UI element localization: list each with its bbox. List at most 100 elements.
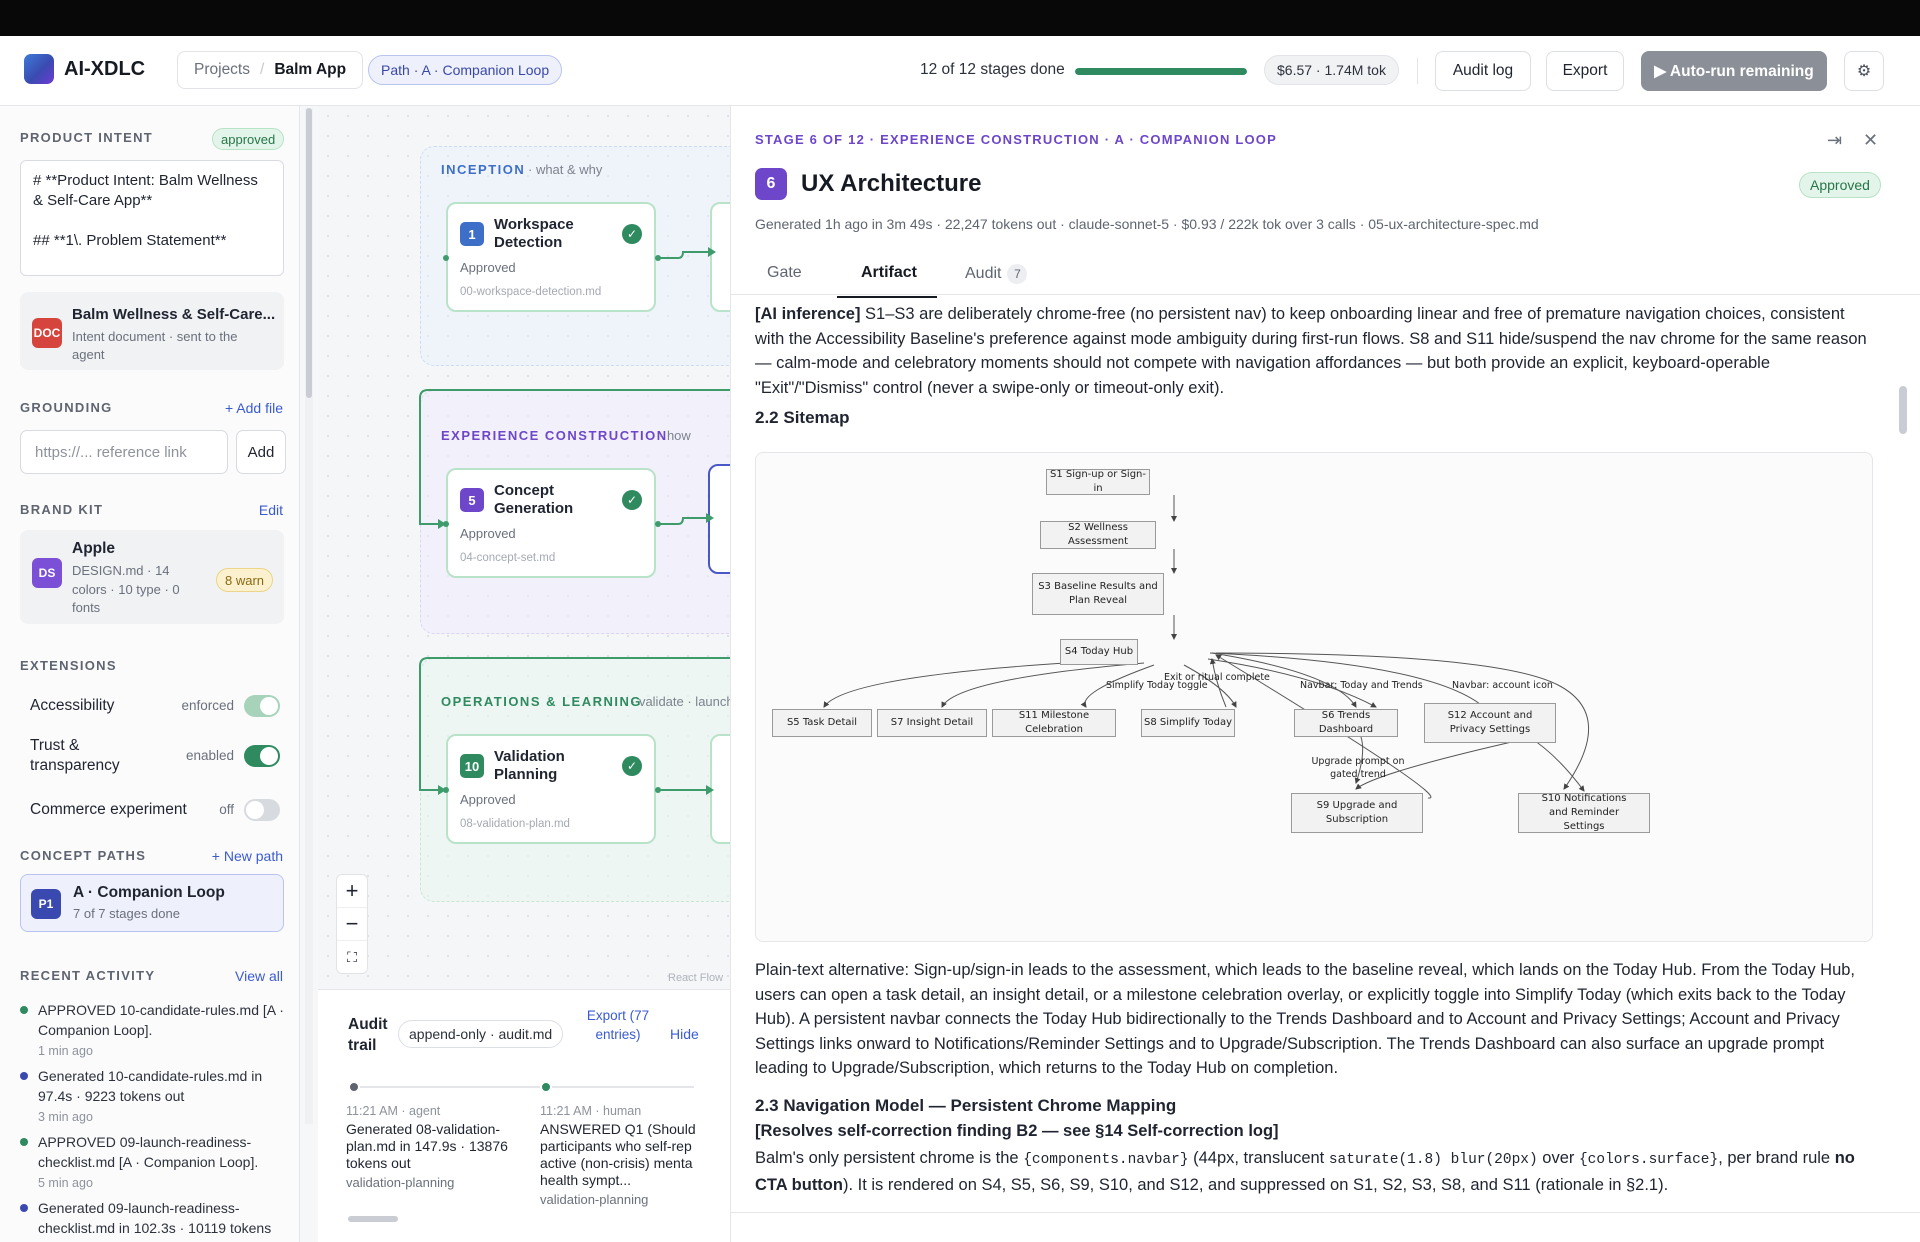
paragraph-text: , per brand rule — [1718, 1149, 1835, 1167]
zoom-in-icon[interactable]: + — [337, 875, 367, 908]
product-intent-editor[interactable] — [20, 160, 284, 276]
cost-pill: $6.57 · 1.74M tok — [1264, 55, 1399, 85]
concept-path-card[interactable]: P1 A · Companion Loop 7 of 7 stages done — [20, 874, 284, 932]
stages-progress-label: 12 of 12 stages done — [920, 61, 1065, 78]
brand-details: DESIGN.md · 14 colors · 10 type · 0 font… — [72, 563, 180, 615]
sitemap-node: S1 Sign-up or Sign-in — [1046, 469, 1150, 495]
os-top-bar — [0, 0, 1920, 36]
resolves-note: [Resolves self-correction finding B2 — s… — [755, 1122, 1279, 1140]
tab-gate[interactable]: Gate — [767, 264, 802, 282]
timeline-dot — [540, 1081, 552, 1093]
activity-text: Generated 10-candidate-rules.md in 97.4s… — [38, 1068, 263, 1104]
activity-text: APPROVED 09-launch-readiness-checklist.m… — [38, 1134, 259, 1170]
settings-gear-icon[interactable]: ⚙ — [1844, 51, 1884, 91]
audit-scrollbar[interactable] — [348, 1216, 398, 1222]
activity-item[interactable]: Generated 09-launch-readiness-checklist.… — [20, 1198, 290, 1242]
stage-tabs: Gate Artifact Audit 7 — [755, 252, 1905, 300]
react-flow-attribution: React Flow — [668, 972, 724, 984]
heading-navigation-model: 2.3 Navigation Model — Persistent Chrome… — [755, 1096, 1177, 1115]
tab-artifact[interactable]: Artifact — [861, 264, 917, 282]
tab-audit-count: 7 — [1007, 264, 1028, 284]
tab-audit[interactable]: Audit 7 — [965, 264, 1028, 284]
document-icon: DOC — [32, 318, 62, 348]
paragraph-text: (44px, translucent — [1188, 1149, 1329, 1167]
code-navbar: {components.navbar} — [1023, 1152, 1189, 1168]
close-icon[interactable]: ✕ — [1863, 130, 1878, 151]
edge — [658, 251, 708, 259]
path-name: A · Companion Loop — [73, 884, 225, 901]
extension-status: enforced — [181, 698, 234, 713]
extension-label: Trust & transparency — [30, 737, 120, 774]
activity-item[interactable]: APPROVED 10-candidate-rules.md [A · Comp… — [20, 1000, 290, 1064]
activity-item[interactable]: APPROVED 09-launch-readiness-checklist.m… — [20, 1132, 290, 1196]
commerce-toggle[interactable] — [244, 799, 280, 821]
sitemap-node: S8 Simplify Today — [1141, 709, 1235, 737]
sitemap-plain-text-alternative: Plain-text alternative: Sign-up/sign-in … — [755, 961, 1856, 1077]
audit-entry[interactable]: 11:21 AM · agent Generated 08-validation… — [346, 1104, 524, 1190]
extension-status: enabled — [185, 748, 234, 763]
intent-document-card[interactable]: DOC Balm Wellness & Self-Care... Intent … — [20, 292, 284, 370]
stage-status-badge: Approved — [1799, 172, 1881, 198]
new-path-link[interactable]: + New path — [212, 848, 283, 864]
timeline-dot — [348, 1081, 360, 1093]
trust-toggle[interactable] — [244, 745, 280, 767]
extension-accessibility: Accessibility enforced — [30, 688, 288, 724]
edge — [658, 517, 706, 525]
path-pill[interactable]: Path · A · Companion Loop — [368, 55, 563, 85]
fit-view-icon[interactable]: ⛶ — [337, 941, 367, 973]
edge-return — [419, 657, 730, 791]
header-divider — [1417, 58, 1418, 84]
audit-entry-tag: validation-planning — [346, 1175, 455, 1190]
breadcrumb-current[interactable]: Balm App — [274, 61, 346, 79]
audit-log-button[interactable]: Audit log — [1435, 51, 1531, 91]
activity-item[interactable]: Generated 10-candidate-rules.md in 97.4s… — [20, 1066, 290, 1130]
activity-text: APPROVED 10-candidate-rules.md [A · Comp… — [38, 1002, 284, 1038]
content-scrollbar[interactable] — [1899, 386, 1907, 434]
stage-title: UX Architecture — [801, 170, 982, 197]
app-header: AI-XDLC Projects / Balm App Path · A · C… — [0, 36, 1920, 106]
flow-canvas[interactable]: INCEPTION · what & why 1 Workspace Detec… — [318, 106, 730, 989]
sitemap-node: S9 Upgrade and Subscription — [1291, 793, 1423, 833]
stage-overline: STAGE 6 OF 12 · EXPERIENCE CONSTRUCTION … — [755, 132, 1277, 147]
grounding-title: GROUNDING — [20, 400, 113, 415]
export-button[interactable]: Export — [1546, 51, 1624, 91]
sitemap-edges — [823, 495, 1589, 799]
doc-subtitle: Intent document · sent to the agent — [72, 329, 238, 362]
view-all-link[interactable]: View all — [235, 968, 283, 984]
accessibility-toggle[interactable] — [244, 695, 280, 717]
ai-inference-label: [AI inference] — [755, 305, 861, 323]
auto-run-button[interactable]: ▶ Auto-run remaining — [1641, 51, 1827, 91]
audit-export-link[interactable]: Export (77 entries) — [583, 1006, 653, 1044]
extension-label: Accessibility — [30, 697, 115, 714]
stages-progress-bar — [1075, 68, 1247, 75]
activity-text: Generated 09-launch-readiness-checklist.… — [38, 1200, 272, 1236]
sidebar-scroll-thumb[interactable] — [306, 108, 312, 398]
reference-link-input[interactable] — [20, 430, 228, 474]
brand-kit-card[interactable]: DS Apple DESIGN.md · 14 colors · 10 type… — [20, 530, 284, 624]
audit-entry[interactable]: 11:21 AM · human ANSWERED Q1 (Should par… — [540, 1104, 708, 1207]
sitemap-node: S6 Trends Dashboard — [1294, 709, 1398, 737]
doc-title: Balm Wellness & Self-Care... — [72, 306, 276, 323]
app-name: AI-XDLC — [64, 58, 146, 80]
sitemap-node: S4 Today Hub — [1060, 639, 1138, 665]
sidebar-scrollbar[interactable] — [305, 108, 313, 1124]
zoom-out-icon[interactable]: − — [337, 908, 367, 941]
audit-hide-link[interactable]: Hide — [670, 1026, 699, 1042]
breadcrumb-projects[interactable]: Projects — [194, 61, 250, 79]
add-file-link[interactable]: + Add file — [225, 400, 283, 416]
sitemap-node: S12 Account and Privacy Settings — [1424, 703, 1556, 743]
audit-file-pill: append-only · audit.md — [398, 1020, 564, 1048]
design-system-icon: DS — [32, 558, 62, 588]
extension-trust: Trust & transparency enabled — [30, 732, 288, 780]
path-progress: 7 of 7 stages done — [73, 906, 180, 921]
collapse-panel-icon[interactable]: ⇥ — [1827, 130, 1842, 151]
activity-dot — [20, 1138, 28, 1146]
generation-meta: Generated 1h ago in 3m 49s · 22,247 toke… — [755, 216, 1539, 232]
activity-dot — [20, 1204, 28, 1212]
extension-commerce: Commerce experiment off — [30, 792, 288, 828]
zoom-controls: + − ⛶ — [336, 874, 368, 974]
audit-trail-panel: Audit trail append-only · audit.md Expor… — [318, 989, 730, 1242]
brand-kit-edit-link[interactable]: Edit — [259, 502, 283, 518]
stage-detail-panel: STAGE 6 OF 12 · EXPERIENCE CONSTRUCTION … — [730, 106, 1920, 1242]
add-reference-button[interactable]: Add — [236, 430, 286, 474]
